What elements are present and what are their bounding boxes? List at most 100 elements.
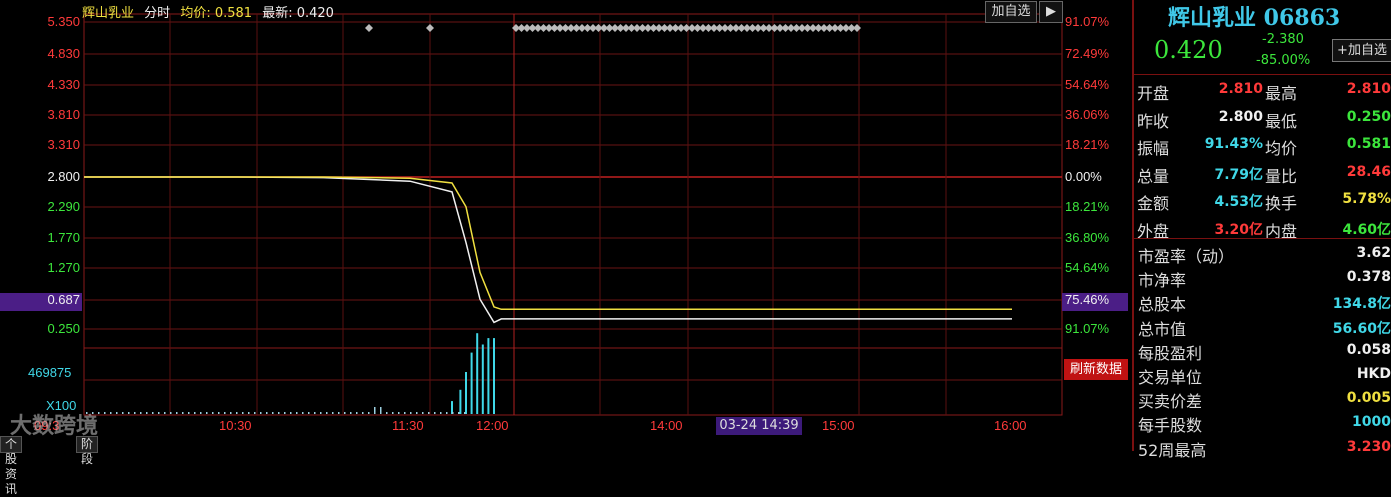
fundamental-value: 0.005 xyxy=(1346,390,1391,407)
intraday-chart[interactable]: 辉山乳业 分时 均价: 0.581 最新: 0.420 加自选 ▶ 5.350 4… xyxy=(0,0,1130,496)
volume-tick-label: 469875 xyxy=(28,365,72,380)
fundamental-row: 总股本 134.8亿 xyxy=(1134,289,1391,315)
percent-tick-label: 54.64% xyxy=(1065,77,1110,92)
quote-value: 3.20亿 xyxy=(1214,221,1263,238)
price-tick-label: 4.830 xyxy=(47,46,80,61)
volume-bar xyxy=(278,412,280,414)
time-tick-label: 10:30 xyxy=(219,418,252,433)
quote-value: 7.79亿 xyxy=(1214,166,1263,183)
percent-tick-label: 18.21% xyxy=(1065,137,1110,152)
refresh-data-button[interactable]: 刷新数据 xyxy=(1064,359,1128,380)
chart-mode: 分时 xyxy=(144,6,171,21)
arrow-right-icon[interactable]: ▶ xyxy=(1039,1,1063,23)
volume-bar xyxy=(98,412,100,414)
volume-bar xyxy=(374,407,376,414)
quote-value: 2.810 xyxy=(1346,81,1391,97)
fundamental-value: 3.62 xyxy=(1356,245,1391,261)
fundamental-label: 总股本 xyxy=(1138,295,1187,315)
quote-value: 4.53亿 xyxy=(1214,194,1263,210)
fundamental-label: 交易单位 xyxy=(1138,368,1203,387)
volume-bar xyxy=(392,412,394,414)
panel-divider xyxy=(1134,238,1391,239)
fundamental-row: 市净率 0.378 xyxy=(1134,265,1391,291)
volume-bar xyxy=(350,412,352,414)
fundamental-value: 3.230 xyxy=(1346,438,1391,455)
quote-value: 0.581 xyxy=(1346,136,1391,152)
volume-bar xyxy=(212,412,214,414)
latest-price-label: 最新: 0.420 xyxy=(262,6,334,21)
quote-value: 4.60亿 xyxy=(1342,221,1391,238)
quote-label: 振幅 xyxy=(1137,139,1170,158)
fundamental-value: 56.60亿 xyxy=(1332,320,1391,337)
panel-title: 辉山乳业 06863 xyxy=(1168,5,1341,31)
volume-bar xyxy=(356,412,358,414)
fundamental-label: 市净率 xyxy=(1138,271,1187,291)
volume-bar xyxy=(146,412,148,414)
volume-bar xyxy=(398,412,400,414)
quote-value: 2.810 xyxy=(1218,81,1263,97)
volume-bar xyxy=(458,412,460,414)
volume-bar xyxy=(200,412,202,414)
price-change-pct: -85.00% xyxy=(1256,53,1311,68)
tab-stock-news[interactable]: 个股资讯 xyxy=(0,436,23,496)
percent-tick-label: 91.07% xyxy=(1065,321,1110,336)
tab-stage[interactable]: 阶段 xyxy=(76,436,99,466)
volume-bar xyxy=(218,412,220,414)
fundamental-label: 市盈率（动） xyxy=(1138,247,1235,266)
fundamental-row: 每股盈利 0.058 xyxy=(1134,338,1391,363)
event-marker-icon xyxy=(853,24,861,32)
volume-bar xyxy=(242,412,244,414)
current-price: 0.420 xyxy=(1154,36,1223,64)
volume-bar xyxy=(344,412,346,414)
price-tick-label: 2.290 xyxy=(47,199,80,214)
price-tick-label: 0.250 xyxy=(47,321,80,336)
fundamental-row: 总市值 56.60亿 xyxy=(1134,314,1391,339)
volume-bar xyxy=(152,412,154,414)
volume-bar xyxy=(104,412,106,414)
volume-bar xyxy=(476,333,479,414)
volume-bar xyxy=(236,412,238,414)
volume-bar xyxy=(248,412,250,414)
avg-price-label: 均价: 0.581 xyxy=(180,6,253,21)
volume-bar xyxy=(284,412,286,414)
volume-bar xyxy=(452,412,454,414)
percent-tick-label: 36.80% xyxy=(1065,230,1110,245)
fundamental-row: 交易单位 HKD xyxy=(1134,362,1391,387)
percent-tick-label: 54.64% xyxy=(1065,260,1110,275)
volume-bar xyxy=(487,338,490,414)
quote-label: 最低 xyxy=(1265,111,1298,131)
add-watchlist-button[interactable]: 加自选 xyxy=(985,1,1037,23)
volume-bar xyxy=(296,412,298,414)
volume-bar xyxy=(266,412,268,414)
stock-name: 辉山乳业 xyxy=(82,6,135,21)
volume-bar xyxy=(188,412,190,414)
fundamental-label: 每股盈利 xyxy=(1138,343,1203,363)
quote-label: 昨收 xyxy=(1137,111,1170,131)
quote-row: 外盘 3.20亿 内盘 4.60亿 xyxy=(1134,214,1391,241)
time-tick-label: 12:00 xyxy=(476,418,509,433)
fundamental-value: 0.378 xyxy=(1346,269,1391,286)
quote-row: 总量 7.79亿 量比 28.46 xyxy=(1134,159,1391,186)
time-tick-label: 11:30 xyxy=(392,418,424,433)
fundamental-label: 总市值 xyxy=(1138,319,1187,339)
price-line xyxy=(84,176,1012,324)
volume-bar xyxy=(332,412,334,414)
quote-label: 均价 xyxy=(1265,139,1298,158)
percent-tick-label: 36.06% xyxy=(1065,107,1110,122)
volume-bar xyxy=(404,412,406,414)
quote-label: 总量 xyxy=(1137,166,1170,186)
volume-bar xyxy=(380,407,382,414)
volume-bar xyxy=(170,412,172,414)
volume-bar xyxy=(302,412,304,414)
fundamental-label: 买卖价差 xyxy=(1138,392,1203,412)
fundamental-row: 52周最高 3.230 xyxy=(1134,435,1391,460)
fundamental-value: 1000 xyxy=(1352,414,1391,431)
price-tick-label: 1.770 xyxy=(47,230,80,245)
chart-svg[interactable] xyxy=(0,0,1130,451)
volume-bar xyxy=(110,412,112,414)
percent-tick-label: 91.07% xyxy=(1065,14,1110,29)
price-tick-label: 2.800 xyxy=(47,169,80,184)
panel-add-watchlist-button[interactable]: +加自选 xyxy=(1332,39,1391,62)
volume-bar xyxy=(416,412,418,414)
quote-value: 2.800 xyxy=(1218,108,1263,125)
